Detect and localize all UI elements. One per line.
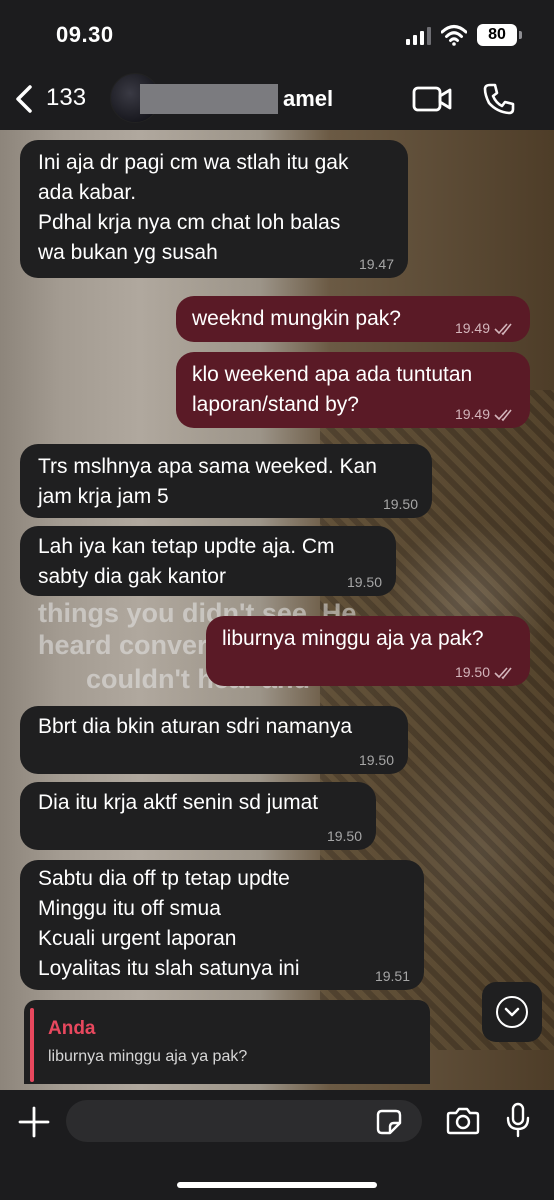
- status-time: 09.30: [56, 22, 114, 47]
- contact-name[interactable]: amel: [283, 86, 333, 112]
- reply-preview[interactable]: Anda liburnya minggu aja ya pak?: [24, 1000, 430, 1084]
- battery-indicator: 80: [477, 24, 517, 46]
- message-bubble-outgoing[interactable]: weeknd mungkin pak? 19.49: [176, 296, 530, 342]
- video-call-icon[interactable]: [412, 85, 452, 113]
- message-time: 19.51: [374, 968, 410, 984]
- message-time: 19.50: [382, 496, 418, 512]
- home-indicator: [177, 1182, 377, 1188]
- reply-quoted-text: liburnya minggu aja ya pak?: [48, 1048, 248, 1065]
- scroll-down-button[interactable]: [482, 982, 542, 1042]
- read-check-icon: [494, 323, 512, 336]
- message-time: 19.49: [454, 406, 490, 422]
- scroll-down-icon: [496, 996, 528, 1028]
- message-bubble-incoming[interactable]: Bbrt dia bkin aturan sdri namanya 19.50: [20, 706, 408, 774]
- cellular-signal-icon: [406, 27, 431, 45]
- message-bubble-outgoing[interactable]: klo weekend apa ada tuntutan laporan/sta…: [176, 352, 530, 428]
- message-text: Lah iya kan tetap updte aja. Cm sabty di…: [38, 535, 335, 588]
- message-text: Dia itu krja aktf senin sd jumat: [38, 791, 319, 814]
- message-text: Ini aja dr pagi cm wa stlah itu gak ada …: [38, 151, 349, 264]
- reply-accent-bar: [30, 1008, 34, 1082]
- message-time: 19.47: [358, 256, 394, 272]
- message-bubble-incoming[interactable]: Trs mslhnya apa sama weeked. Kan jam krj…: [20, 444, 432, 518]
- back-chevron-icon[interactable]: [14, 84, 34, 114]
- reply-author: Anda: [48, 1018, 96, 1039]
- message-input-bar: [0, 1090, 554, 1200]
- chat-area[interactable]: things you didn't see. He heard conver c…: [0, 130, 554, 1090]
- message-bubble-incoming[interactable]: Ini aja dr pagi cm wa stlah itu gak ada …: [20, 140, 408, 278]
- message-time: 19.50: [346, 574, 382, 590]
- message-bubble-incoming[interactable]: Sabtu dia off tp tetap updte Minggu itu …: [20, 860, 424, 990]
- status-bar: 09.30 80: [0, 0, 554, 68]
- camera-icon[interactable]: [446, 1106, 480, 1136]
- message-text: Bbrt dia bkin aturan sdri namanya: [38, 715, 353, 738]
- chat-header: 133 amel: [0, 68, 554, 130]
- message-input[interactable]: [66, 1100, 422, 1142]
- message-bubble-incoming[interactable]: Lah iya kan tetap updte aja. Cm sabty di…: [20, 526, 396, 596]
- message-time: 19.50: [454, 664, 490, 680]
- message-text: Trs mslhnya apa sama weeked. Kan jam krj…: [38, 455, 377, 508]
- plus-icon[interactable]: [18, 1106, 50, 1138]
- redacted-name-block: [140, 84, 278, 114]
- wifi-icon: [441, 25, 467, 46]
- unread-count[interactable]: 133: [46, 84, 86, 112]
- battery-tip: [519, 31, 522, 39]
- message-time: 19.50: [326, 828, 362, 844]
- read-check-icon: [494, 409, 512, 422]
- message-time: 19.50: [358, 752, 394, 768]
- message-bubble-outgoing[interactable]: liburnya minggu aja ya pak? 19.50: [206, 616, 530, 686]
- message-bubble-incoming[interactable]: Dia itu krja aktf senin sd jumat 19.50: [20, 782, 376, 850]
- message-text: liburnya minggu aja ya pak?: [222, 627, 484, 650]
- microphone-icon[interactable]: [506, 1102, 530, 1138]
- message-time: 19.49: [454, 320, 490, 336]
- message-text: Sabtu dia off tp tetap updte Minggu itu …: [38, 867, 300, 980]
- phone-icon[interactable]: [482, 82, 516, 116]
- background-caption-line: heard conver: [38, 630, 208, 660]
- sticker-icon[interactable]: [376, 1109, 402, 1135]
- read-check-icon: [494, 667, 512, 680]
